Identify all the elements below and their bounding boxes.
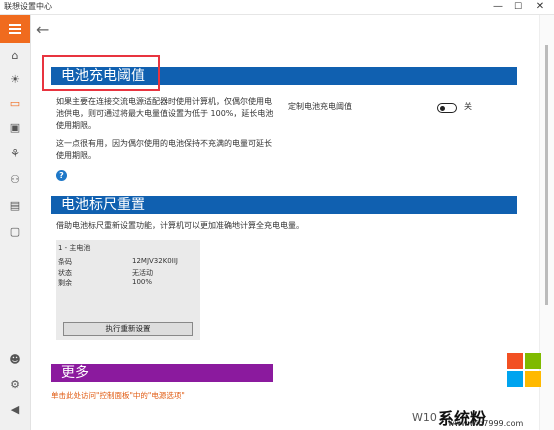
megaphone-icon[interactable]: ◀ [8,403,22,417]
hamburger-icon[interactable] [0,15,30,43]
sidebar: ⌂ ☀ ▭ ▣ ⚘ ⚇ ▤ ▢ ☻ ⚙ ◀ [0,15,31,430]
reset-gauge-button[interactable]: 执行重新设置 [63,322,193,336]
minimize-button[interactable]: — [488,0,508,14]
status-label: 状态 [58,269,72,277]
bulb-icon[interactable]: ☀ [8,73,22,87]
network-icon[interactable]: ⚘ [8,147,22,161]
custom-threshold-label: 定制电池充电阈值 [288,102,352,111]
remaining-label: 剩余 [58,279,72,287]
barcode-label: 条码 [58,258,72,266]
gauge-reset-description: 借助电池标尺重新设置功能，计算机可以更加准确地计算全充电电量。 [56,221,304,230]
title-bar: 联想设置中心 — ☐ ✕ [0,0,554,15]
back-arrow-icon[interactable]: ← [36,20,49,39]
user-icon[interactable]: ☻ [8,353,22,367]
barcode-value: 12MJV32K0IIJ [132,257,178,265]
help-icon[interactable]: ? [56,170,67,181]
remaining-value: 100% [132,278,153,286]
battery-icon[interactable]: ▭ [8,97,22,111]
media-icon[interactable]: ▤ [8,199,22,213]
threshold-note: 这一点很有用，因为偶尔使用的电池保持不充满的电量可延长使用期限。 [56,139,272,160]
window-title: 联想设置中心 [4,2,52,11]
settings-icon[interactable]: ⚙ [8,378,22,392]
watermark-url: www.win7999.com [448,419,524,428]
windows-logo-icon [507,353,541,387]
gauge-reset-header: 电池标尺重置 [51,196,517,214]
overlay-text: W10 [412,411,437,424]
power-options-link[interactable]: 单击此处访问"控制面板"中的"电源选项" [51,390,185,401]
camera-icon[interactable]: ▣ [8,121,22,135]
toggle-state: 关 [464,102,472,111]
home-icon[interactable]: ⌂ [8,49,22,63]
display-icon[interactable]: ▢ [8,225,22,239]
devices-icon[interactable]: ⚇ [8,173,22,187]
threshold-description: 如果主要在连接交流电源适配器时使用计算机，仅偶尔使用电池供电，则可通过将最大电量… [56,97,274,130]
battery-title: 1 - 主电池 [58,244,91,252]
status-value: 无活动 [132,269,153,277]
close-button[interactable]: ✕ [530,0,550,14]
maximize-button[interactable]: ☐ [508,0,528,14]
more-header: 更多 [51,364,273,382]
threshold-toggle[interactable] [437,103,457,113]
highlight-box [42,55,160,91]
